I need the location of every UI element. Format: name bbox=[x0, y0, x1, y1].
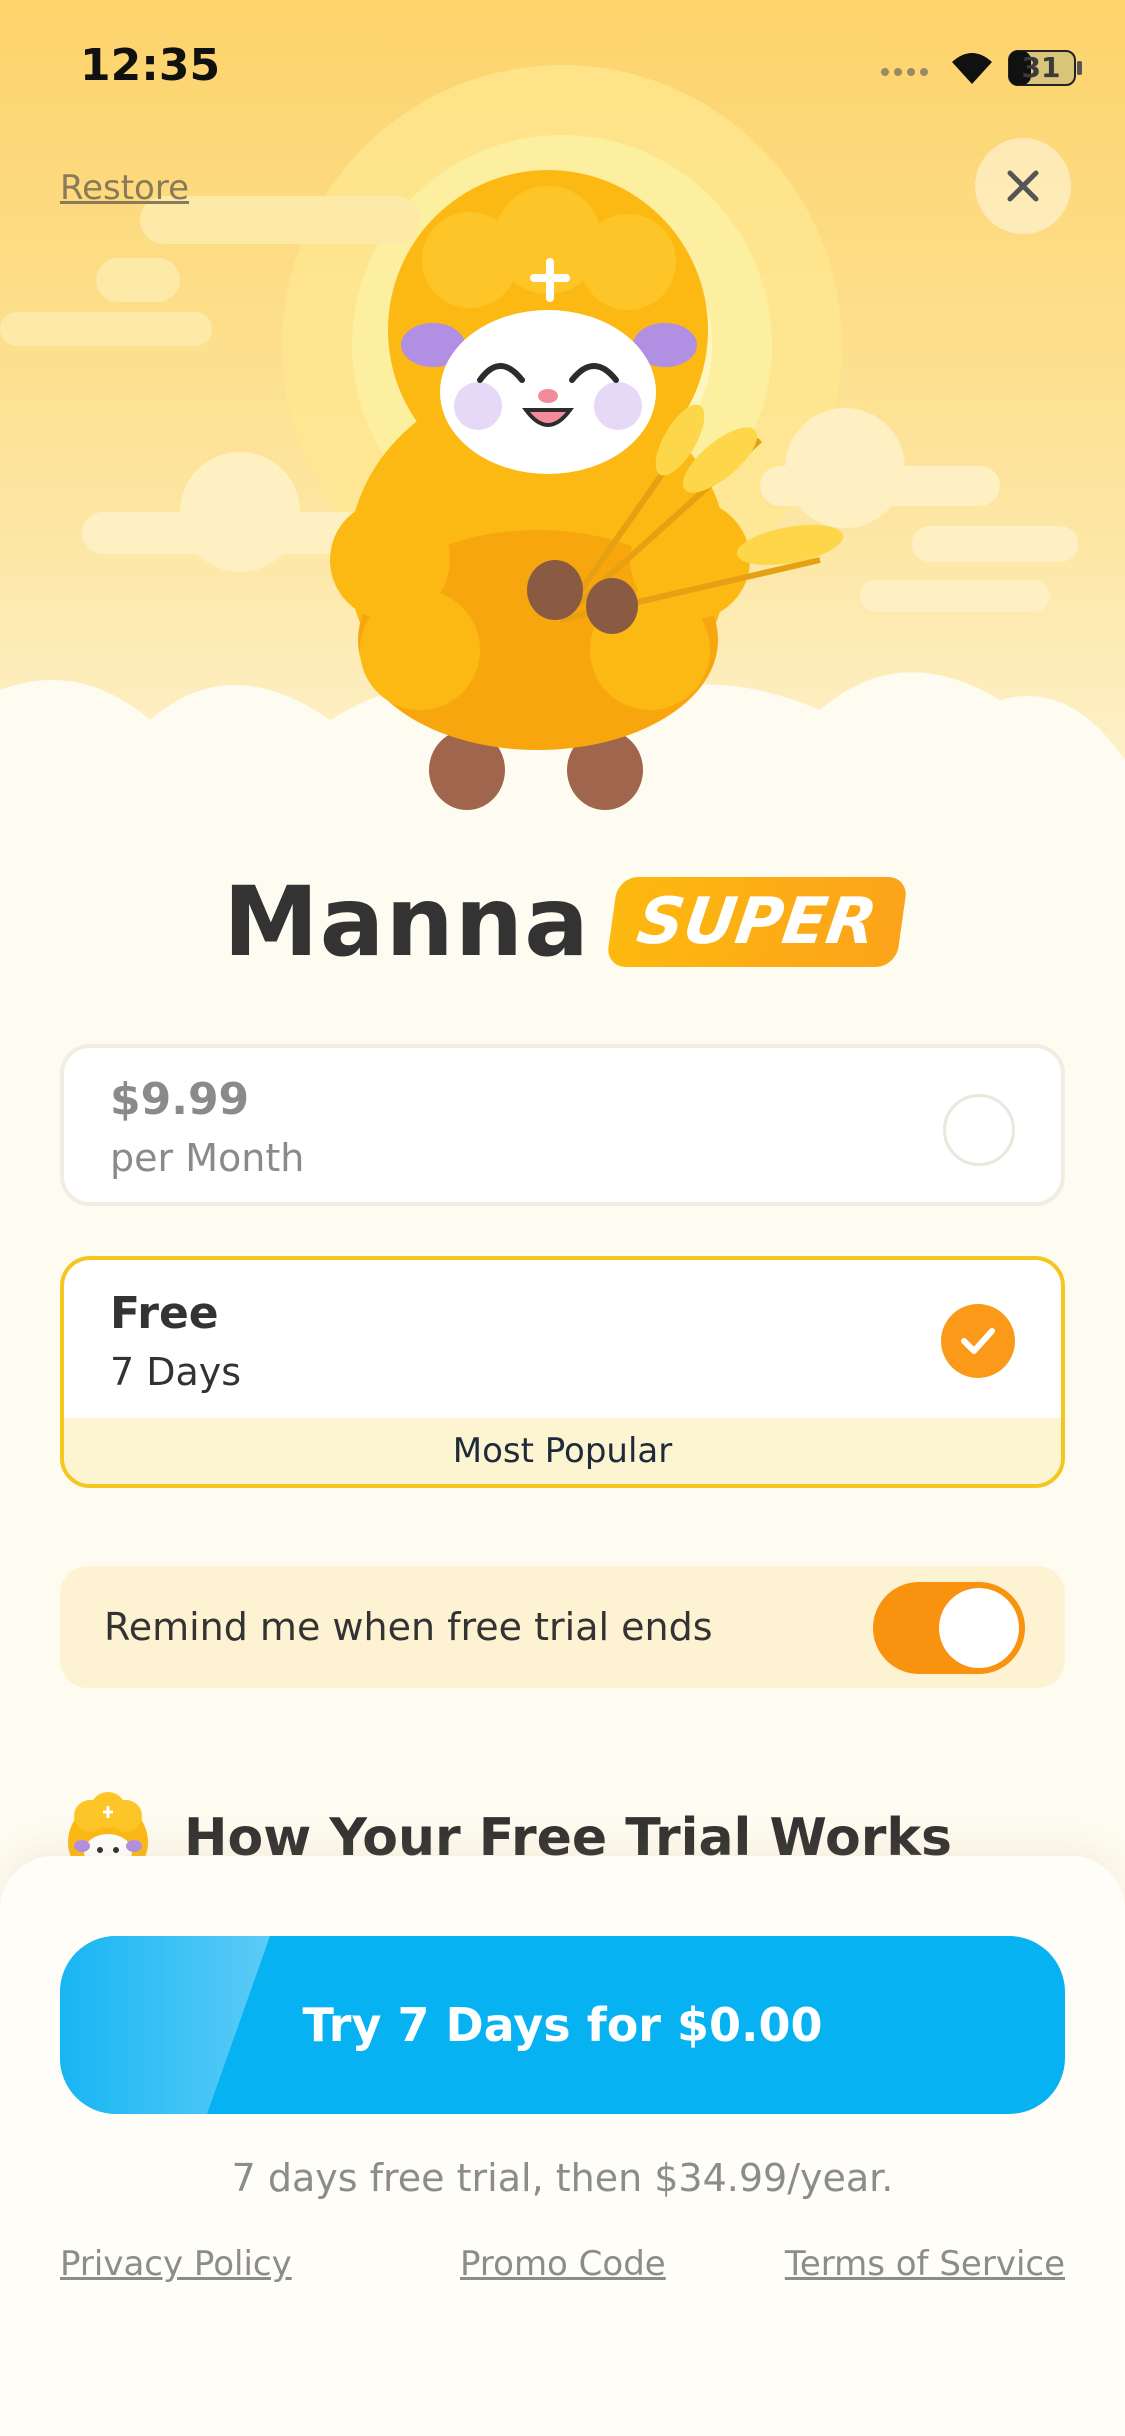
promo-code-link[interactable]: Promo Code bbox=[460, 2244, 666, 2284]
trial-terms-note: 7 days free trial, then $34.99/year. bbox=[231, 2156, 894, 2200]
start-trial-button[interactable]: Try 7 Days for $0.00 bbox=[60, 1936, 1065, 2114]
super-badge: SUPER bbox=[605, 877, 909, 967]
close-icon bbox=[1007, 170, 1039, 202]
close-button[interactable] bbox=[975, 138, 1071, 234]
app-name: Manna bbox=[223, 866, 590, 978]
wifi-icon bbox=[952, 53, 992, 84]
plan-free-trial[interactable]: Free 7 Days Most Popular bbox=[60, 1256, 1065, 1488]
battery-level: 31 bbox=[1021, 51, 1061, 84]
reminder-row: Remind me when free trial ends bbox=[60, 1566, 1065, 1688]
privacy-policy-link[interactable]: Privacy Policy bbox=[60, 2244, 292, 2284]
status-time: 12:35 bbox=[80, 40, 221, 91]
checkmark-icon bbox=[961, 1328, 995, 1354]
reminder-toggle[interactable] bbox=[873, 1582, 1025, 1674]
app-title: Manna SUPER bbox=[0, 862, 1125, 982]
terms-of-service-link[interactable]: Terms of Service bbox=[785, 2244, 1065, 2284]
plan-price: $9.99 bbox=[110, 1074, 250, 1125]
plan-price: Free bbox=[110, 1288, 219, 1339]
signal-icon bbox=[881, 68, 928, 76]
status-bar: 12:35 31 bbox=[0, 0, 1125, 140]
plan-radio-unchecked[interactable] bbox=[943, 1094, 1015, 1166]
restore-link[interactable]: Restore bbox=[60, 168, 189, 208]
plan-period: 7 Days bbox=[110, 1350, 242, 1394]
plan-radio-checked[interactable] bbox=[941, 1304, 1015, 1378]
bottom-sheet: Try 7 Days for $0.00 7 days free trial, … bbox=[0, 1856, 1125, 2436]
start-trial-label: Try 7 Days for $0.00 bbox=[302, 1998, 823, 2052]
plan-period: per Month bbox=[110, 1136, 305, 1180]
toggle-knob bbox=[939, 1588, 1019, 1668]
plan-monthly[interactable]: $9.99 per Month bbox=[60, 1044, 1065, 1206]
most-popular-tag: Most Popular bbox=[64, 1418, 1061, 1484]
reminder-label: Remind me when free trial ends bbox=[104, 1605, 713, 1649]
